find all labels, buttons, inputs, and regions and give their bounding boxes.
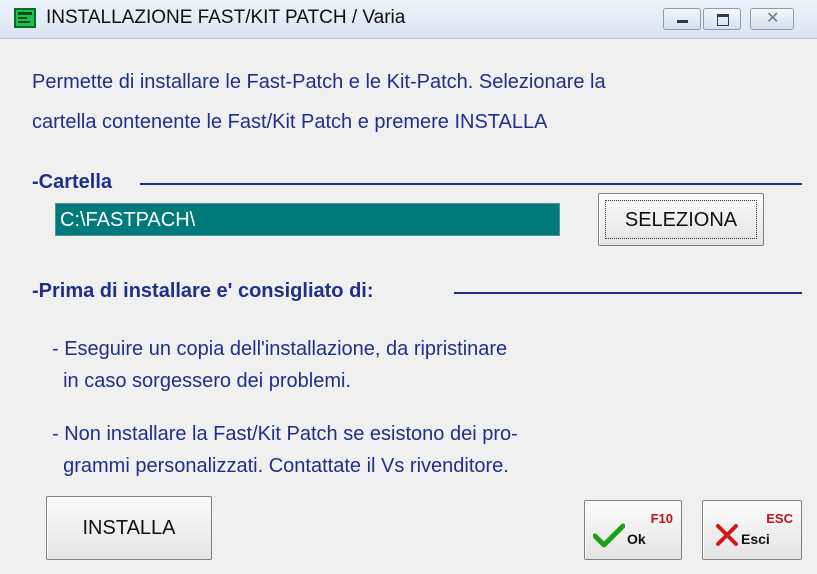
ok-button[interactable]: F10 Ok bbox=[584, 500, 682, 560]
ok-label: Ok bbox=[627, 531, 646, 547]
exit-shortcut-key: ESC bbox=[766, 511, 793, 526]
minimize-button[interactable] bbox=[663, 8, 701, 30]
advice-section-title: -Prima di installare e' consigliato di: bbox=[32, 280, 376, 303]
minimize-icon bbox=[677, 20, 688, 23]
checkmark-icon bbox=[593, 523, 625, 548]
advice-divider bbox=[454, 292, 802, 294]
close-button[interactable]: ✕ bbox=[750, 8, 794, 30]
maximize-icon bbox=[717, 14, 729, 26]
select-folder-label: SELEZIONA bbox=[605, 200, 757, 239]
intro-line-1: Permette di installare le Fast-Patch e l… bbox=[32, 71, 606, 93]
window-title: INSTALLAZIONE FAST/KIT PATCH / Varia bbox=[46, 7, 406, 28]
intro-text: Permette di installare le Fast-Patch e l… bbox=[32, 62, 802, 142]
close-icon: ✕ bbox=[766, 10, 780, 27]
maximize-button[interactable] bbox=[703, 8, 741, 30]
folder-path-field[interactable]: C:\FASTPACH\ bbox=[55, 203, 560, 236]
cartella-section-title: -Cartella bbox=[32, 171, 115, 194]
ok-shortcut-key: F10 bbox=[650, 511, 673, 526]
advice-note-custom-programs: - Non installare la Fast/Kit Patch se es… bbox=[52, 423, 518, 477]
exit-button[interactable]: ESC Esci bbox=[702, 500, 802, 560]
app-icon bbox=[14, 8, 36, 28]
advice-note-backup: - Eseguire un copia dell'installazione, … bbox=[52, 338, 508, 392]
install-button[interactable]: INSTALLA bbox=[46, 496, 212, 560]
cross-icon bbox=[716, 524, 738, 546]
title-bar[interactable]: INSTALLAZIONE FAST/KIT PATCH / Varia ✕ bbox=[0, 0, 817, 39]
cartella-divider bbox=[140, 183, 802, 185]
select-folder-button[interactable]: SELEZIONA bbox=[598, 193, 764, 246]
exit-label: Esci bbox=[741, 531, 770, 547]
intro-line-2: cartella contenente le Fast/Kit Patch e … bbox=[32, 111, 548, 133]
